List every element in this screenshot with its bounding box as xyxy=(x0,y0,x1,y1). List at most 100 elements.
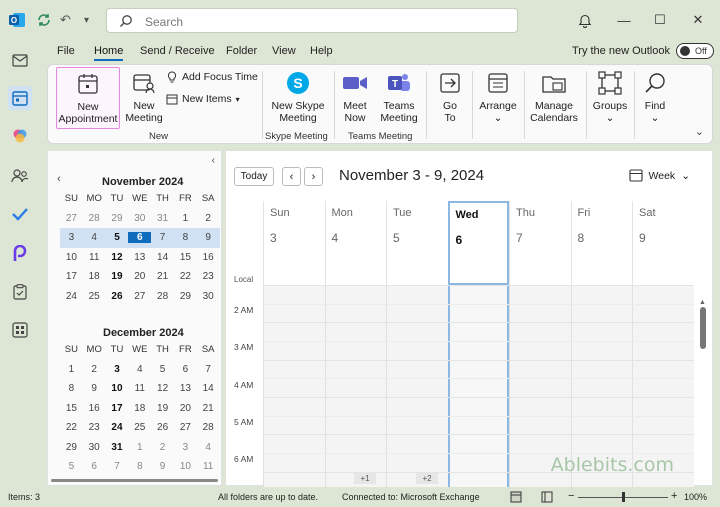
minical-day[interactable]: 1 xyxy=(128,442,151,453)
minical-day[interactable]: 13 xyxy=(128,252,151,263)
minical-day[interactable]: 29 xyxy=(60,442,83,453)
minical-day[interactable]: 26 xyxy=(151,422,174,433)
try-new-outlook-toggle[interactable]: Off xyxy=(676,43,714,59)
groups-button[interactable]: Groups ⌄ xyxy=(590,67,630,124)
minical-week-row[interactable]: 5 6 7 8 9 10 11 xyxy=(60,457,220,477)
minical-day[interactable]: 20 xyxy=(174,403,197,414)
teams-meeting-button[interactable]: T Teams Meeting xyxy=(376,67,422,124)
minical-day[interactable]: 27 xyxy=(60,213,83,224)
zoom-slider-thumb[interactable] xyxy=(622,492,625,502)
minical-day[interactable]: 31 xyxy=(151,213,174,224)
minical-day[interactable]: 5 xyxy=(60,461,83,472)
minical-day[interactable]: 29 xyxy=(174,291,197,302)
prev-month-icon[interactable]: ‹ xyxy=(57,173,61,185)
minical-day[interactable]: 23 xyxy=(83,422,106,433)
minimize-button[interactable]: — xyxy=(612,8,636,32)
minical-day[interactable]: 19 xyxy=(106,271,129,282)
minical-day[interactable]: 20 xyxy=(128,271,151,282)
minical-day[interactable]: 6 xyxy=(128,232,152,244)
find-button[interactable]: Find ⌄ xyxy=(638,67,672,124)
day-header-thu[interactable]: Thu 7 xyxy=(509,201,571,285)
undo-icon[interactable]: ↶ xyxy=(60,10,71,30)
minical-day[interactable]: 1 xyxy=(60,364,83,375)
next-week-button[interactable]: › xyxy=(304,167,323,186)
minical-day[interactable]: 28 xyxy=(151,291,174,302)
day-number[interactable]: 3 xyxy=(270,231,277,245)
day-number[interactable]: 8 xyxy=(578,231,585,245)
people-icon[interactable] xyxy=(8,164,32,188)
minical-day[interactable]: 2 xyxy=(197,213,220,224)
minical-day[interactable]: 9 xyxy=(151,461,174,472)
minical-day[interactable]: 11 xyxy=(128,383,151,394)
minical-day[interactable]: 16 xyxy=(83,403,106,414)
new-meeting-button[interactable]: New Meeting xyxy=(122,67,166,124)
minical-day[interactable]: 28 xyxy=(197,422,220,433)
day-column-tue[interactable] xyxy=(386,285,448,487)
day-header-wed[interactable]: Wed 6 xyxy=(447,201,509,285)
prev-week-button[interactable]: ‹ xyxy=(282,167,301,186)
minical-day[interactable]: 6 xyxy=(83,461,106,472)
minical-week-row[interactable]: 3456789 xyxy=(60,228,220,248)
minical-day[interactable]: 15 xyxy=(174,252,197,263)
tab-folder[interactable]: Folder xyxy=(226,45,257,57)
sync-icon[interactable] xyxy=(36,10,52,30)
calendar-scrollbar[interactable]: ▲ xyxy=(699,299,706,481)
minical-day[interactable]: 15 xyxy=(60,403,83,414)
loop-app-icon[interactable] xyxy=(8,242,32,266)
collapse-pane-icon[interactable]: ‹ xyxy=(212,155,215,166)
minical-day[interactable]: 10 xyxy=(106,383,129,394)
minical-week-row[interactable]: 27 28 29 30 31 1 2 xyxy=(60,209,220,229)
minical-day[interactable]: 28 xyxy=(83,213,106,224)
minical-day[interactable]: 8 xyxy=(60,383,83,394)
minical-week-row[interactable]: 1234567 xyxy=(60,360,220,380)
minical-day[interactable]: 7 xyxy=(151,232,174,243)
minical-day[interactable]: 30 xyxy=(197,291,220,302)
minical-week-row[interactable]: 10 11 12 13 14 15 16 xyxy=(60,248,220,268)
minical-day[interactable]: 8 xyxy=(174,232,197,243)
minical-day[interactable]: 7 xyxy=(197,364,220,375)
minical-day[interactable]: 3 xyxy=(60,232,83,243)
minical-day[interactable]: 19 xyxy=(151,403,174,414)
day-column-mon[interactable] xyxy=(324,285,386,487)
day-column-sun[interactable] xyxy=(263,285,325,487)
arrange-button[interactable]: Arrange ⌄ xyxy=(476,67,520,124)
minical-day[interactable]: 22 xyxy=(60,422,83,433)
minical-week-row[interactable]: 17 18 19 20 21 22 23 xyxy=(60,267,220,287)
minical-day[interactable]: 27 xyxy=(128,291,151,302)
minical-day[interactable]: 4 xyxy=(128,364,151,375)
minical-day[interactable]: 8 xyxy=(128,461,151,472)
minical-day[interactable]: 11 xyxy=(83,252,106,263)
minical-week-row[interactable]: 29 30 31 1 2 3 4 xyxy=(60,438,220,458)
minical-day[interactable]: 5 xyxy=(151,364,174,375)
meet-now-button[interactable]: Meet Now xyxy=(338,67,372,124)
minical-day[interactable]: 29 xyxy=(106,213,129,224)
reading-view-icon[interactable] xyxy=(541,491,553,505)
minical-day[interactable]: 21 xyxy=(151,271,174,282)
minical-day[interactable]: 9 xyxy=(197,232,220,243)
new-skype-meeting-button[interactable]: S New Skype Meeting xyxy=(267,67,329,124)
minical-day[interactable]: 2 xyxy=(83,364,106,375)
day-number[interactable]: 4 xyxy=(332,231,339,245)
minical-day[interactable]: 24 xyxy=(60,291,83,302)
minical-day[interactable]: 14 xyxy=(197,383,220,394)
minical-day[interactable]: 9 xyxy=(83,383,106,394)
new-appointment-button[interactable]: New Appointment xyxy=(56,67,120,129)
day-number[interactable]: 5 xyxy=(393,231,400,245)
tab-send-receive[interactable]: Send / Receive xyxy=(140,45,215,57)
minical-week-row[interactable]: 8 9 10 11 12 13 14 xyxy=(60,379,220,399)
maximize-button[interactable]: ☐ xyxy=(648,8,672,32)
minical-day[interactable]: 30 xyxy=(83,442,106,453)
tab-home[interactable]: Home xyxy=(94,45,124,61)
day-number[interactable]: 6 xyxy=(456,233,463,247)
minical-day[interactable]: 26 xyxy=(106,291,129,302)
minical-week-row[interactable]: 15 16 17 18 19 20 21 xyxy=(60,399,220,419)
minical-day[interactable]: 10 xyxy=(174,461,197,472)
more-apps-icon[interactable] xyxy=(8,318,32,342)
go-to-button[interactable]: Go To xyxy=(432,67,468,124)
minical-day[interactable]: 16 xyxy=(197,252,220,263)
day-header-tue[interactable]: Tue 5 xyxy=(386,201,448,285)
tab-view[interactable]: View xyxy=(272,45,296,57)
mail-icon[interactable] xyxy=(8,48,32,72)
normal-view-icon[interactable] xyxy=(510,491,522,505)
calendar-rail-icon[interactable] xyxy=(8,86,32,110)
